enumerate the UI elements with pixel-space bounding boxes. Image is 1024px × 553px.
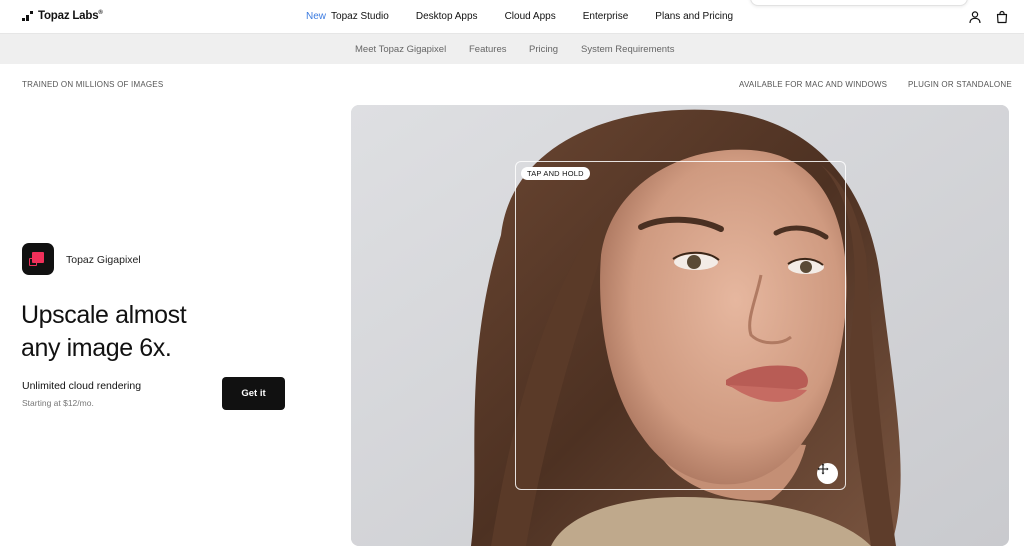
plugin-caption: PLUGIN OR STANDALONE [908, 80, 1012, 89]
nav-cloud-apps[interactable]: Cloud Apps [505, 11, 556, 22]
zoom-lens-frame[interactable]: TAP AND HOLD [515, 161, 846, 490]
plan-title: Unlimited cloud rendering [22, 380, 142, 392]
topaz-labs-logo[interactable]: Topaz Labs® [22, 10, 103, 22]
product-subnav: Meet Topaz Gigapixel Features Pricing Sy… [0, 34, 1024, 64]
main-nav: New Topaz Studio Desktop Apps Cloud Apps… [306, 11, 733, 22]
nav-plans-and-pricing[interactable]: Plans and Pricing [655, 11, 733, 22]
tap-and-hold-badge: TAP AND HOLD [521, 167, 590, 180]
headline-line-2: any image 6x. [21, 334, 172, 362]
move-icon[interactable] [817, 463, 838, 484]
nav-enterprise[interactable]: Enterprise [583, 11, 629, 22]
subnav-pricing[interactable]: Pricing [529, 44, 558, 55]
new-badge: New [306, 11, 327, 22]
plan-price: Starting at $12/mo. [22, 398, 94, 408]
trained-caption: TRAINED ON MILLIONS OF IMAGES [22, 80, 164, 89]
subnav-system-requirements[interactable]: System Requirements [581, 44, 674, 55]
subnav-features[interactable]: Features [469, 44, 507, 55]
product-name: Topaz Gigapixel [66, 254, 141, 266]
logo-mark-icon [22, 10, 33, 22]
account-icon[interactable] [968, 10, 982, 24]
cart-icon[interactable] [995, 10, 1009, 24]
gigapixel-app-icon [22, 243, 54, 275]
nav-desktop-apps[interactable]: Desktop Apps [416, 11, 478, 22]
hero-headline: Upscale almost any image 6x. [21, 299, 187, 365]
get-it-button[interactable]: Get it [222, 377, 285, 410]
subnav-meet-gigapixel[interactable]: Meet Topaz Gigapixel [355, 44, 446, 55]
headline-line-1: Upscale almost [21, 301, 187, 329]
search-popover-edge [750, 0, 968, 6]
nav-topaz-studio[interactable]: Topaz Studio [331, 11, 389, 22]
platforms-caption: AVAILABLE FOR MAC AND WINDOWS [739, 80, 888, 89]
upscale-preview-image[interactable]: TAP AND HOLD [351, 105, 1009, 546]
top-navigation: Topaz Labs® New Topaz Studio Desktop App… [0, 0, 1024, 34]
brand-name: Topaz Labs® [38, 10, 103, 22]
